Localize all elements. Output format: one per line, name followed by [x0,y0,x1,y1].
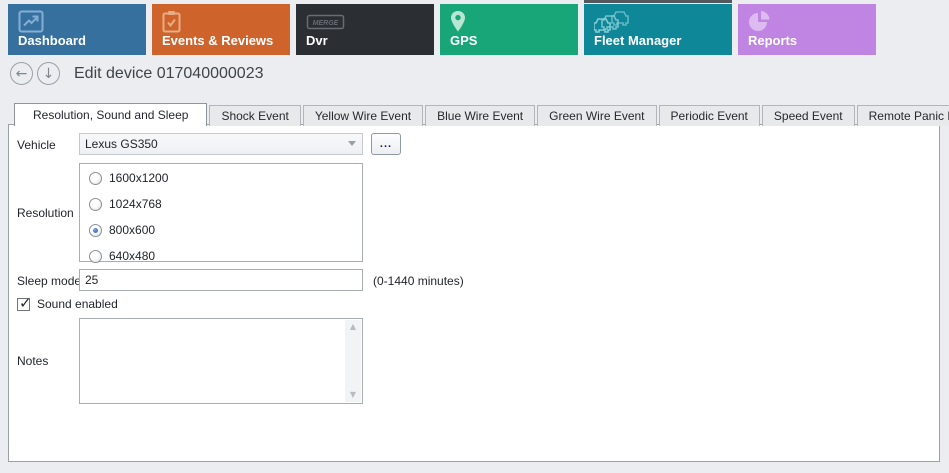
app-window: Dashboard Events & Reviews MERGE Dvr GPS [0,0,949,473]
radio-icon [89,198,102,211]
tab-yellow-wire-event[interactable]: Yellow Wire Event [303,105,423,126]
notes-field: ▲ ▼ [79,318,363,404]
radio-option-1024x768[interactable]: 1024x768 [89,192,362,216]
sleep-mode-label: Sleep mode [17,274,81,288]
tab-shock-event[interactable]: Shock Event [209,105,300,126]
vehicle-selected-value: Lexus GS350 [85,137,158,151]
tab-strip: Resolution, Sound and Sleep Shock Event … [14,103,949,126]
tab-green-wire-event[interactable]: Green Wire Event [537,105,656,126]
nav-tile-label: Fleet Manager [594,33,681,48]
tab-periodic-event[interactable]: Periodic Event [659,105,760,126]
vehicle-label: Vehicle [17,138,56,152]
nav-tile-dvr[interactable]: MERGE Dvr [296,4,434,55]
resolution-group: 1600x1200 1024x768 800x600 640x480 [79,163,363,262]
nav-tile-label: Events & Reviews [162,33,273,48]
tab-resolution-sound-sleep[interactable]: Resolution, Sound and Sleep [14,103,207,126]
down-arrow-icon: ↓ [43,67,55,81]
scroll-down-icon[interactable]: ▼ [350,388,356,402]
sound-enabled-label: Sound enabled [37,297,118,311]
tab-speed-event[interactable]: Speed Event [762,105,855,126]
radio-icon [89,250,102,263]
radio-selected-icon [89,224,102,237]
radio-icon [89,172,102,185]
back-button[interactable]: ← [10,62,33,85]
checkbox-checked-icon[interactable] [17,298,30,311]
sleep-mode-hint: (0-1440 minutes) [373,274,464,288]
nav-tile-gps[interactable]: GPS [440,4,578,55]
chevron-down-icon [348,141,356,146]
radio-option-640x480[interactable]: 640x480 [89,244,362,268]
resolution-label: Resolution [17,206,74,220]
nav-tile-events-reviews[interactable]: Events & Reviews [152,4,290,55]
download-button[interactable]: ↓ [37,62,60,85]
nav-tile-label: GPS [450,33,477,48]
page-title: Edit device 017040000023 [74,65,264,83]
svg-text:MERGE: MERGE [313,20,339,27]
tab-content-panel: Vehicle Lexus GS350 ... Resolution 1600x… [8,124,940,462]
vehicle-select[interactable]: Lexus GS350 [79,133,363,155]
nav-tile-label: Reports [748,33,797,48]
nav-tile-label: Dvr [306,33,328,48]
vehicle-browse-button[interactable]: ... [371,133,401,155]
clipboard-check-icon [162,10,181,33]
back-arrow-icon: ← [16,67,28,81]
sound-enabled-row[interactable]: Sound enabled [17,297,118,311]
toolbar: ← ↓ Edit device 017040000023 [10,62,264,85]
nav-tile-reports[interactable]: Reports [738,4,876,55]
nav-tile-label: Dashboard [18,33,86,48]
main-navigation: Dashboard Events & Reviews MERGE Dvr GPS [8,4,876,55]
map-pin-icon [450,10,466,33]
cars-icon [594,10,630,33]
tab-remote-panic-event[interactable]: Remote Panic Event [857,105,949,126]
sleep-mode-input[interactable] [79,269,363,291]
scroll-up-icon[interactable]: ▲ [350,320,356,334]
nav-tile-fleet-manager[interactable]: Fleet Manager [584,4,732,55]
pie-chart-icon [748,10,771,33]
merge-badge-icon: MERGE [306,10,348,33]
trend-chart-icon [18,10,44,33]
nav-tile-dashboard[interactable]: Dashboard [8,4,146,55]
tab-blue-wire-event[interactable]: Blue Wire Event [425,105,535,126]
notes-label: Notes [17,354,48,368]
radio-option-1600x1200[interactable]: 1600x1200 [89,166,362,190]
radio-option-800x600[interactable]: 800x600 [89,218,362,242]
notes-scrollbar[interactable]: ▲ ▼ [345,320,361,402]
notes-textarea[interactable] [80,319,362,403]
